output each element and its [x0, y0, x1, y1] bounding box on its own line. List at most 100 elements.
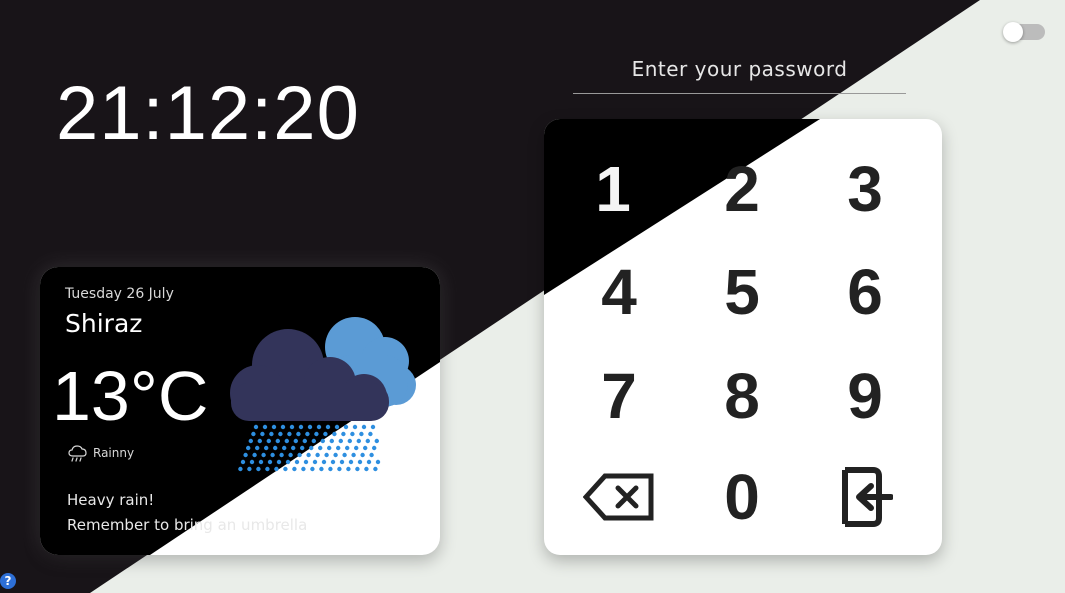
weather-message-line1: Heavy rain!: [67, 491, 155, 509]
rain-drop: [311, 438, 316, 444]
backspace-icon: [583, 473, 654, 521]
rain-drop: [346, 466, 351, 472]
weather-message-line2: Remember to bring an umbrella: [67, 516, 308, 534]
rain-drop: [329, 438, 334, 444]
weather-message: Heavy rain! Remember to bring an umbrell…: [67, 488, 307, 538]
rain-drop: [238, 466, 243, 472]
password-input[interactable]: [573, 50, 906, 94]
keypad: 1 2 3 4 5 6 7 8 9 0: [544, 119, 942, 555]
rain-drop: [315, 452, 320, 458]
rain-drop: [333, 452, 338, 458]
key-2[interactable]: 2: [687, 144, 797, 234]
rain-drop: [342, 452, 347, 458]
key-7[interactable]: 7: [564, 351, 674, 441]
rain-drop: [341, 431, 346, 437]
rain-drop: [265, 466, 270, 472]
rain-drop: [252, 452, 257, 458]
rain-drop: [293, 438, 298, 444]
rain-drop: [363, 445, 368, 451]
rain-drop: [301, 466, 306, 472]
rain-drop: [369, 452, 374, 458]
rain-cloud-icon: [68, 445, 87, 462]
rain-drop: [321, 459, 327, 465]
rain-drop: [249, 459, 255, 465]
key-9[interactable]: 9: [810, 351, 920, 441]
rain-drop: [284, 438, 289, 444]
key-6[interactable]: 6: [810, 247, 920, 337]
rain-drop: [351, 452, 356, 458]
key-8[interactable]: 8: [687, 351, 797, 441]
rain-drop: [357, 459, 363, 465]
rain-drop: [269, 431, 274, 437]
rain-drop: [285, 459, 291, 465]
rain-drop: [330, 459, 336, 465]
rain-drop: [298, 424, 304, 430]
rain-drop: [274, 466, 279, 472]
rain-drop: [282, 445, 287, 451]
rain-drop: [348, 459, 354, 465]
rain-drop: [287, 431, 292, 437]
rain-drop: [336, 445, 341, 451]
rain-drop: [350, 431, 355, 437]
rain-drop: [297, 452, 302, 458]
rain-drop: [270, 452, 275, 458]
rain-drop: [368, 431, 373, 437]
rain-drop: [266, 438, 271, 444]
rain-drop: [319, 466, 324, 472]
rain-drop: [361, 424, 367, 430]
weather-temperature: 13°C: [52, 357, 209, 435]
weather-city: Shiraz: [65, 309, 143, 338]
heavy-rain-cloud-icon: [230, 317, 416, 472]
rain-drop: [373, 466, 378, 472]
rain-drop: [316, 424, 322, 430]
rain-drop: [354, 445, 359, 451]
login-icon: [842, 467, 893, 527]
rain-drop: [257, 438, 262, 444]
toggle-knob[interactable]: [1003, 22, 1023, 42]
rain-drops: [238, 424, 381, 472]
rain-drop: [243, 452, 248, 458]
rain-drop: [324, 452, 329, 458]
rain-drop: [264, 445, 269, 451]
rain-drop: [347, 438, 352, 444]
enter-button[interactable]: [810, 452, 920, 542]
rain-drop: [352, 424, 358, 430]
rain-drop: [323, 431, 328, 437]
rain-drop: [262, 424, 268, 430]
rain-drop: [302, 438, 307, 444]
weather-card: Tuesday 26 July Shiraz 13°C Rainny Heavy…: [40, 267, 440, 555]
rain-drop: [261, 452, 266, 458]
rain-drop: [278, 431, 283, 437]
rain-drop: [292, 466, 297, 472]
key-4[interactable]: 4: [564, 247, 674, 337]
rain-drop: [253, 424, 259, 430]
key-5[interactable]: 5: [687, 247, 797, 337]
rain-drop: [359, 431, 364, 437]
rain-drop: [332, 431, 337, 437]
key-3[interactable]: 3: [810, 144, 920, 234]
rain-drop: [339, 459, 345, 465]
rain-drop: [345, 445, 350, 451]
rain-drop: [260, 431, 265, 437]
rain-drop: [310, 466, 315, 472]
password-field-container: [573, 50, 906, 94]
backspace-button[interactable]: [564, 452, 674, 542]
help-icon[interactable]: ?: [0, 573, 16, 589]
rain-drop: [294, 459, 300, 465]
key-1[interactable]: 1: [558, 144, 668, 234]
rain-drop: [276, 459, 282, 465]
rain-drop: [240, 459, 246, 465]
rain-drop: [337, 466, 342, 472]
rain-drop: [314, 431, 319, 437]
rain-drop: [279, 452, 284, 458]
theme-toggle[interactable]: [1003, 22, 1045, 42]
rain-drop: [296, 431, 301, 437]
key-0[interactable]: 0: [687, 452, 797, 542]
rain-drop: [258, 459, 264, 465]
rain-drop: [334, 424, 340, 430]
rain-drop: [338, 438, 343, 444]
clock-time: 21:12:20: [56, 71, 360, 156]
rain-drop: [251, 431, 256, 437]
rain-drop: [305, 431, 310, 437]
rain-drop: [300, 445, 305, 451]
